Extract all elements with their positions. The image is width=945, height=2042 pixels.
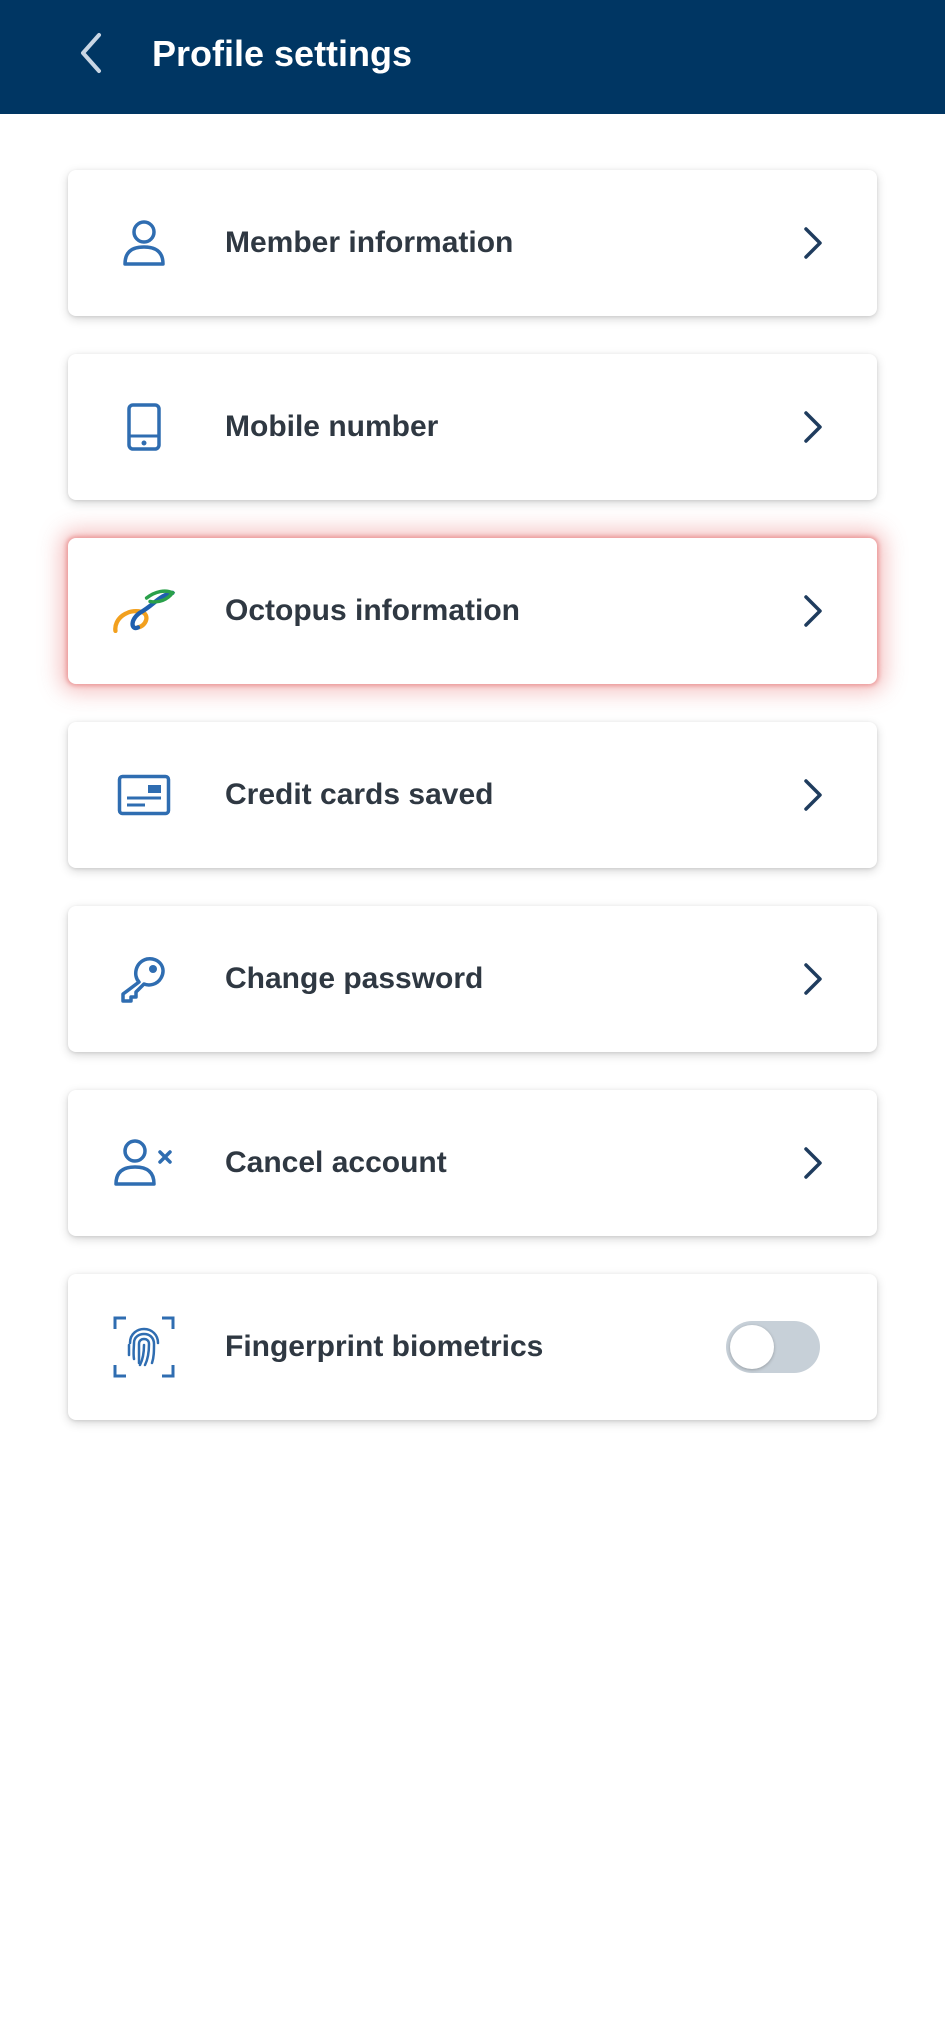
fingerprint-icon (112, 1316, 176, 1378)
mobile-number-item[interactable]: Mobile number (68, 354, 877, 500)
credit-card-icon (112, 765, 176, 825)
chevron-right-icon (793, 1143, 833, 1183)
mobile-number-label: Mobile number (225, 410, 439, 443)
cancel-account-label: Cancel account (225, 1146, 447, 1179)
change-password-item[interactable]: Change password (68, 906, 877, 1052)
cancel-account-item[interactable]: Cancel account (68, 1090, 877, 1236)
fingerprint-biometrics-item: Fingerprint biometrics (68, 1274, 877, 1420)
change-password-label: Change password (225, 962, 484, 995)
member-information-label: Member information (225, 226, 514, 259)
fingerprint-biometrics-label: Fingerprint biometrics (225, 1330, 544, 1363)
person-icon (112, 213, 176, 273)
toggle-knob (730, 1325, 774, 1369)
fingerprint-toggle[interactable] (726, 1321, 820, 1373)
octopus-information-label: Octopus information (225, 594, 520, 627)
chevron-right-icon (793, 223, 833, 263)
back-button[interactable] (68, 30, 114, 76)
key-icon (112, 949, 176, 1009)
octopus-information-item[interactable]: Octopus information (68, 538, 877, 684)
app-header: Profile settings (0, 0, 945, 114)
octopus-logo-icon (112, 581, 176, 641)
mobile-phone-icon (112, 397, 176, 457)
person-remove-icon (112, 1133, 176, 1193)
chevron-right-icon (793, 407, 833, 447)
credit-cards-saved-item[interactable]: Credit cards saved (68, 722, 877, 868)
chevron-right-icon (793, 591, 833, 631)
page-title: Profile settings (152, 33, 413, 74)
chevron-right-icon (793, 959, 833, 999)
member-information-item[interactable]: Member information (68, 170, 877, 316)
credit-cards-saved-label: Credit cards saved (225, 778, 494, 811)
chevron-left-icon (81, 33, 101, 73)
chevron-right-icon (793, 775, 833, 815)
settings-list: Member information Mobile number Octopus… (68, 170, 877, 1458)
